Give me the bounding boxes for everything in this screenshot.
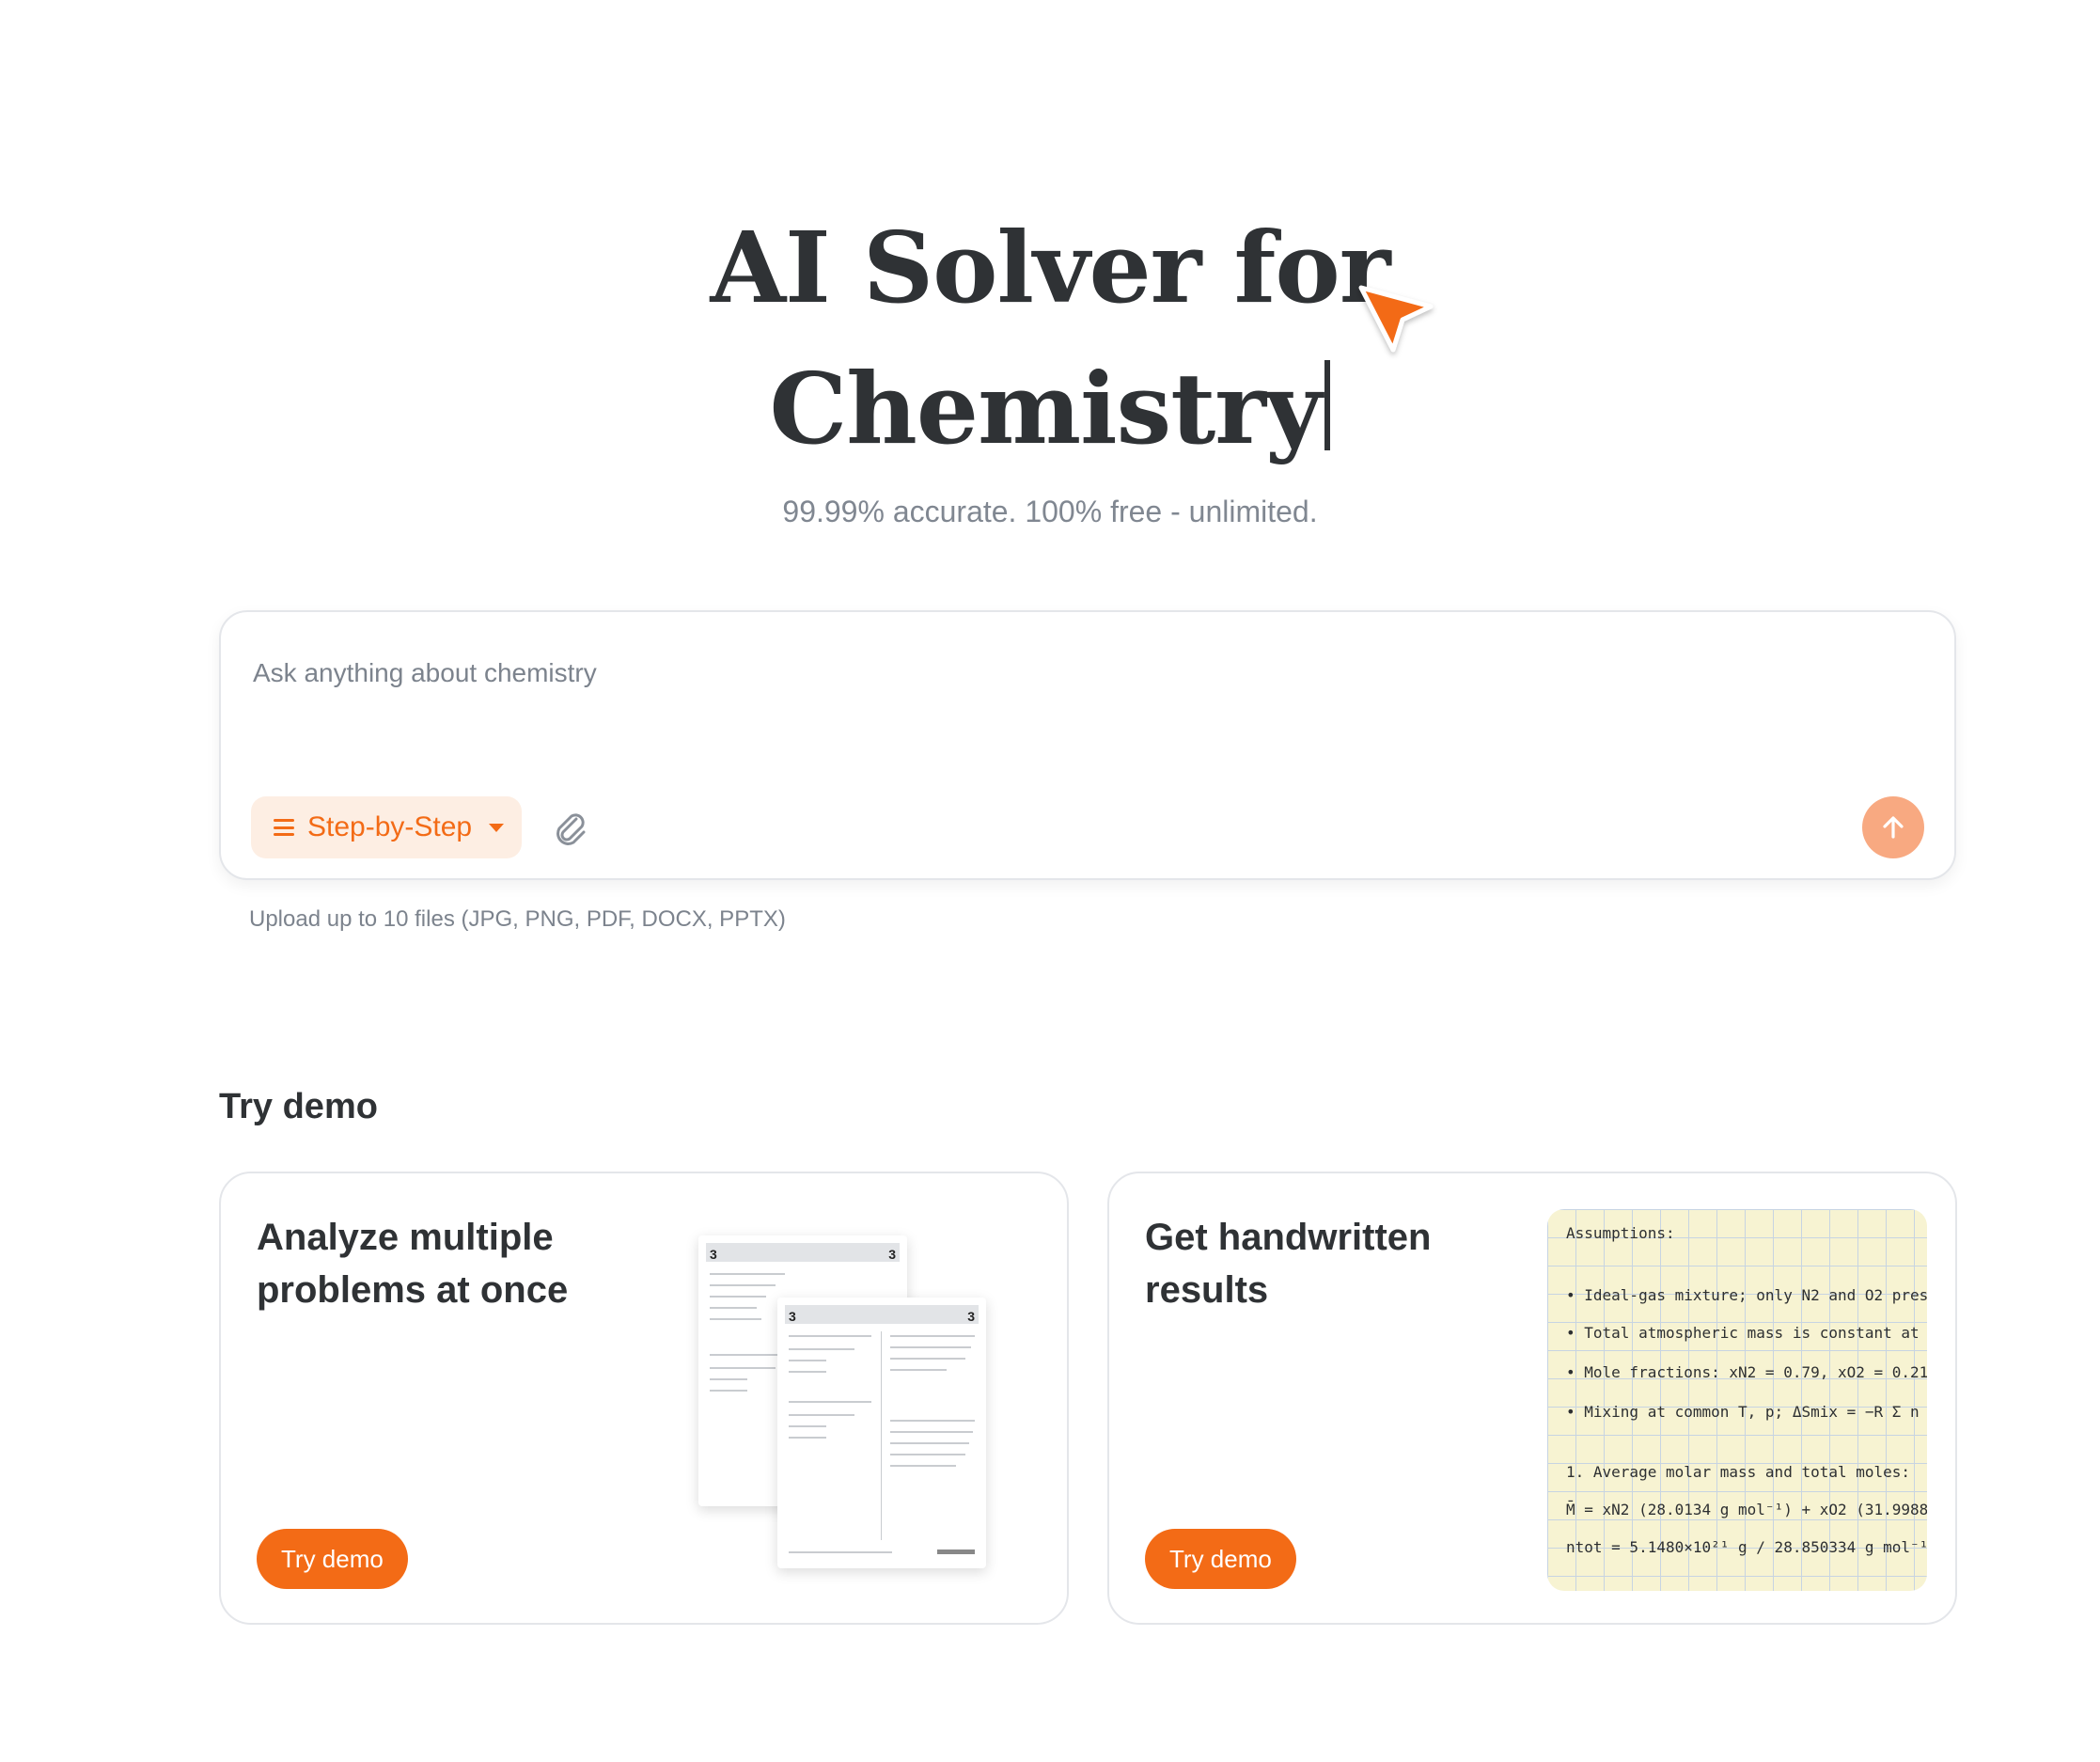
page-title: AI Solver for Chemistry — [0, 197, 2100, 480]
handwritten-notes-image: Assumptions: • Ideal-gas mixture; only N… — [1547, 1209, 1927, 1591]
mode-dropdown-button[interactable]: Step-by-Step — [251, 796, 522, 858]
title-line-2: Chemistry — [769, 351, 1323, 466]
upload-note: Upload up to 10 files (JPG, PNG, PDF, DO… — [249, 906, 786, 932]
try-demo-button[interactable]: Try demo — [257, 1529, 408, 1589]
page-mark: 3 — [789, 1309, 796, 1324]
arrow-up-icon — [1883, 816, 1904, 839]
note-line: • Ideal-gas mixture; only N2 and O2 pres… — [1566, 1286, 1927, 1304]
card-title: Analyze multiple problems at once — [257, 1217, 569, 1311]
note-line: ntot = 5.1480×10²¹ g / 28.850334 g mol⁻¹… — [1566, 1538, 1927, 1556]
page-mark: 3 — [967, 1309, 975, 1324]
mode-label: Step-by-Step — [307, 811, 473, 842]
page-mark: 3 — [710, 1247, 717, 1262]
demo-card-handwritten-results[interactable]: Get handwritten results Assumptions: • I… — [1107, 1172, 1957, 1625]
note-line: • Mole fractions: xN2 = 0.79, xO2 = 0.21… — [1566, 1363, 1927, 1381]
try-demo-heading: Try demo — [219, 1087, 378, 1126]
note-line: M̄ = xN2 (28.0134 g mol⁻¹) + xO2 (31.998… — [1566, 1501, 1927, 1518]
note-line: Assumptions: — [1566, 1224, 1675, 1242]
note-line: • Total atmospheric mass is constant at … — [1566, 1324, 1927, 1342]
question-input[interactable] — [251, 650, 1924, 697]
title-line-1: AI Solver for — [710, 210, 1390, 325]
paperclip-icon[interactable] — [548, 806, 593, 851]
demo-card-multiple-problems[interactable]: Analyze multiple problems at once 33 33 — [219, 1172, 1069, 1625]
note-line: 1. Average molar mass and total moles: — [1566, 1463, 1911, 1481]
caret-down-icon — [489, 823, 505, 832]
send-button[interactable] — [1862, 796, 1924, 858]
typing-caret — [1324, 360, 1331, 450]
ask-box: Step-by-Step — [219, 610, 1956, 880]
menu-lines-icon — [274, 819, 294, 836]
worksheet-page-image: 33 — [777, 1298, 986, 1568]
try-demo-button[interactable]: Try demo — [1145, 1529, 1296, 1589]
hero-subtitle: 99.99% accurate. 100% free - unlimited. — [782, 495, 1318, 528]
title-line-2-wrap: Chemistry — [0, 338, 2100, 480]
pointer-arrow-icon — [1358, 285, 1434, 353]
note-line: • Mixing at common T, p; ΔSmix = −R Σ n — [1566, 1403, 1920, 1421]
page-mark: 3 — [888, 1247, 896, 1262]
card-title: Get handwritten results — [1145, 1217, 1432, 1311]
